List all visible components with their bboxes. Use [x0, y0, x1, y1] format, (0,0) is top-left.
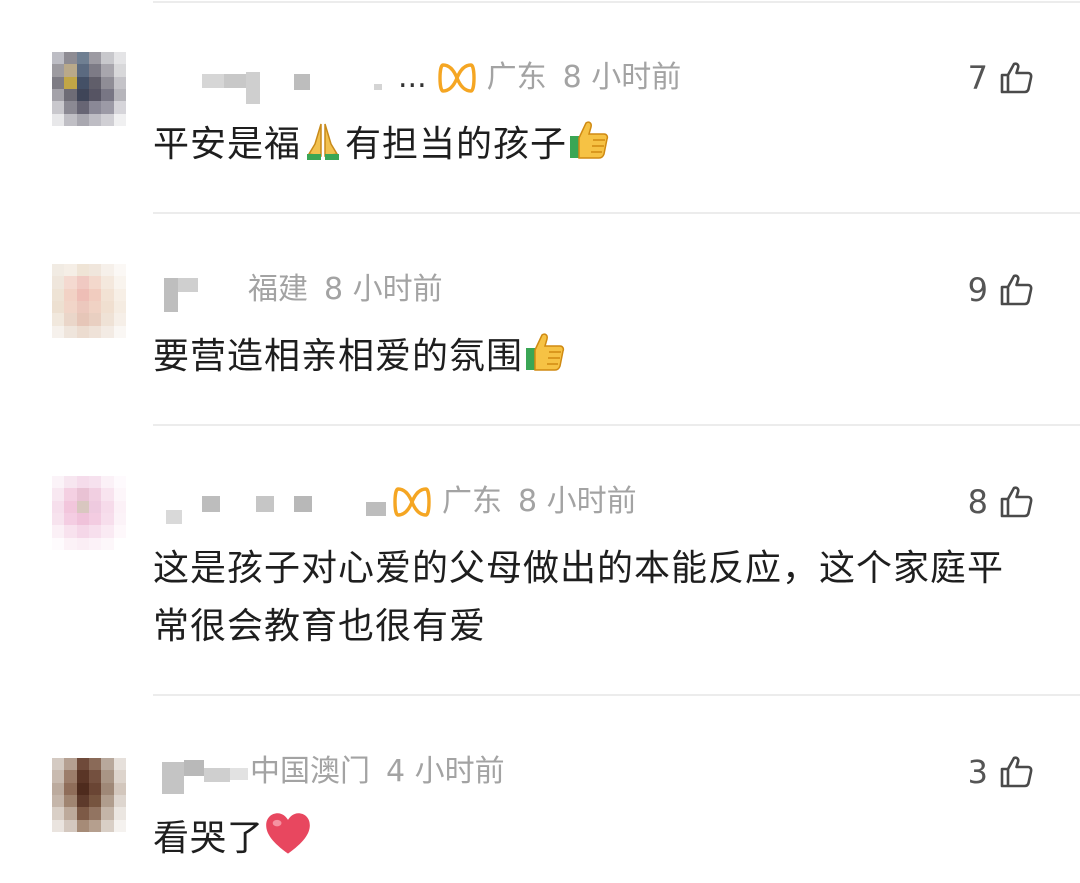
comment-meta: 中国澳门 4 小时前	[250, 752, 505, 792]
like-count: 8	[967, 483, 988, 521]
thumbs-up-outline-icon	[1000, 486, 1033, 518]
location: 广东	[486, 60, 547, 95]
username-suffix: ...	[398, 60, 427, 95]
comment-meta: 广东 8 小时前	[392, 482, 637, 522]
username-blurred[interactable]	[162, 754, 252, 794]
orange-ribbon-badge-icon	[437, 63, 476, 93]
timestamp: 8 小时前	[562, 60, 682, 95]
comment-text: 看哭了	[153, 810, 1033, 868]
thumbs-up-outline-icon	[1000, 274, 1033, 306]
timestamp: 8 小时前	[518, 484, 637, 519]
comment-text: 这是孩子对心爱的父母做出的本能反应，这个家庭平常很会教育也很有爱	[153, 540, 1033, 656]
thumbs-up-outline-icon	[1000, 756, 1033, 788]
location: 中国澳门	[250, 754, 370, 789]
comment-item[interactable]: ... 广东 8 小时前 7 平安是福 有担当的孩子	[0, 0, 1080, 214]
orange-ribbon-badge-icon	[393, 487, 431, 517]
avatar[interactable]	[52, 758, 126, 832]
username-blurred[interactable]	[162, 274, 222, 314]
comment-text: 平安是福 有担当的孩子	[153, 116, 1033, 174]
location: 福建	[248, 272, 308, 307]
comment-text-part: 有担当的孩子	[345, 124, 568, 165]
comment-text-part: 看哭了	[153, 818, 265, 859]
comment-text: 要营造相亲相爱的氛围	[153, 328, 1033, 386]
comment-meta: ... 广东 8 小时前	[398, 58, 681, 98]
praying-hands-emoji-icon	[307, 123, 340, 160]
comment-item[interactable]: 中国澳门 4 小时前 3 看哭了	[0, 696, 1080, 883]
like-count: 7	[967, 59, 988, 97]
like-button[interactable]: 7	[968, 58, 1034, 98]
avatar[interactable]	[52, 264, 126, 338]
like-button[interactable]: 3	[968, 752, 1034, 792]
like-count: 3	[967, 753, 988, 791]
avatar[interactable]	[52, 476, 126, 550]
like-count: 9	[967, 271, 988, 309]
username-blurred[interactable]	[162, 488, 392, 528]
like-button[interactable]: 8	[968, 482, 1034, 522]
timestamp: 8 小时前	[324, 272, 443, 307]
like-button[interactable]: 9	[968, 270, 1034, 310]
location: 广东	[442, 484, 502, 519]
comment-item[interactable]: 广东 8 小时前 8 这是孩子对心爱的父母做出的本能反应，这个家庭平常很会教育也…	[0, 426, 1080, 696]
comment-meta: 福建 8 小时前	[248, 270, 443, 310]
thumbs-up-outline-icon	[1000, 62, 1033, 94]
comment-text-part: 要营造相亲相爱的氛围	[153, 336, 524, 377]
thumbs-up-emoji-icon	[526, 333, 565, 371]
comment-text-part: 这是孩子对心爱的父母做出的本能反应，这个家庭平常很会教育也很有爱	[153, 548, 1005, 647]
avatar[interactable]	[52, 52, 126, 126]
comment-item[interactable]: 福建 8 小时前 9 要营造相亲相爱的氛围	[0, 214, 1080, 426]
thumbs-up-emoji-icon	[570, 121, 609, 159]
comment-text-part: 平安是福	[153, 124, 302, 165]
username-blurred[interactable]	[162, 60, 422, 104]
timestamp: 4 小时前	[386, 754, 505, 789]
red-heart-emoji-icon	[266, 813, 310, 854]
comment-list: ... 广东 8 小时前 7 平安是福 有担当的孩子 福建 8 小时前 9 要营…	[0, 0, 1080, 883]
